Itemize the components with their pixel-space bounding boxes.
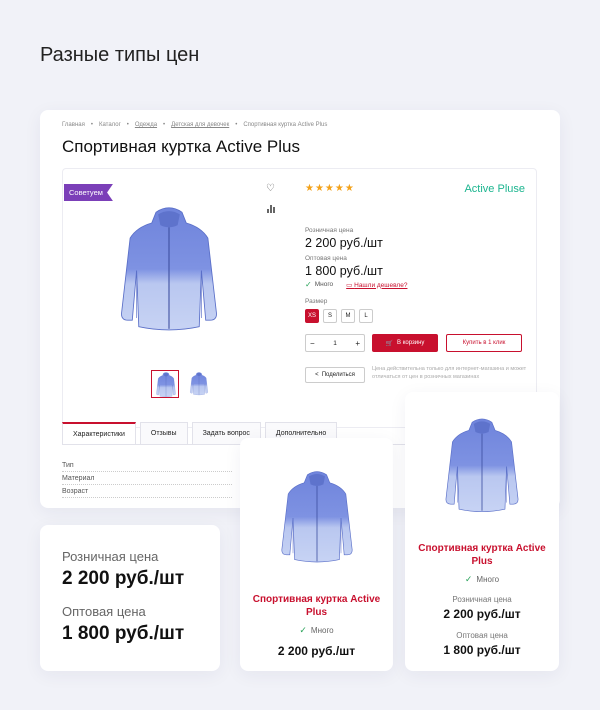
wholesale-price: 1 800 руб./шт	[305, 264, 383, 278]
recommend-badge: Советуем	[64, 184, 113, 201]
size-l[interactable]: L	[359, 309, 373, 323]
add-to-cart-button[interactable]: 🛒 В корзину	[372, 334, 438, 352]
product-image[interactable]	[277, 458, 357, 578]
favorite-heart-icon[interactable]: ♡	[266, 183, 275, 194]
cart-icon: 🛒	[385, 340, 394, 347]
stock-status: ✓ Много ▭ Нашли дешевле?	[305, 280, 407, 289]
price-types-card: Розничная цена 2 200 руб./шт Оптовая цен…	[40, 525, 220, 671]
qty-value[interactable]: 1	[333, 340, 337, 347]
wholesale-price-label: Оптовая цена	[305, 255, 347, 262]
property-material: Материал	[62, 475, 232, 485]
tab-reviews[interactable]: Отзывы	[139, 422, 188, 444]
wholesale-price: 1 800 руб./шт	[443, 643, 521, 657]
product-title: Спортивная куртка Active Plus	[62, 137, 300, 156]
qty-minus-button[interactable]: −	[310, 339, 315, 348]
page-heading: Разные типы цен	[40, 44, 200, 66]
product-name[interactable]: Спортивная куртка Active Plus	[405, 542, 559, 568]
retail-price: 2 200 руб./шт	[443, 607, 521, 621]
tab-characteristics[interactable]: Характеристики	[62, 422, 136, 444]
product-name[interactable]: Спортивная куртка Active Plus	[240, 593, 393, 619]
stock-status: ✓ Много	[464, 574, 500, 584]
check-icon: ✓	[305, 280, 312, 289]
retail-price: 2 200 руб./шт	[62, 568, 185, 589]
breadcrumb: Главная • Каталог • Одежда • Детская для де…	[62, 122, 328, 128]
quantity-stepper: − 1 +	[305, 334, 365, 352]
product-main-image[interactable]	[115, 183, 223, 358]
breadcrumb-catalog[interactable]: Каталог	[99, 122, 121, 128]
retail-price: 2 200 руб./шт	[305, 236, 383, 250]
product-card-single-price[interactable]: Спортивная куртка Active Plus ✓ Много 2 2…	[240, 438, 393, 671]
check-icon: ✓	[299, 625, 307, 635]
property-type: Тип	[62, 462, 232, 472]
stock-status: ✓ Много	[299, 625, 334, 635]
thumbnail-front[interactable]	[151, 370, 179, 398]
size-label: Размер	[305, 298, 328, 305]
retail-price-label: Розничная цена	[62, 549, 159, 564]
thumbnail-side[interactable]	[185, 370, 213, 398]
price-note: Цена действительна только для интернет-м…	[372, 366, 527, 380]
share-icon: <	[315, 372, 319, 378]
buy-one-click-button[interactable]: Купить в 1 клик	[446, 334, 522, 352]
property-age: Возраст	[62, 488, 232, 498]
brand-name[interactable]: Active Pluse	[443, 183, 525, 195]
retail-price-label: Розничная цена	[305, 227, 354, 234]
wholesale-price-label: Оптовая цена	[456, 631, 508, 640]
breadcrumb-home[interactable]: Главная	[62, 122, 85, 128]
share-button[interactable]: < Поделиться	[305, 367, 365, 383]
wholesale-price: 1 800 руб./шт	[62, 623, 185, 644]
breadcrumb-girls[interactable]: Детская для девочек	[171, 122, 229, 128]
product-image[interactable]	[441, 404, 523, 529]
product-card-two-prices[interactable]: Спортивная куртка Active Plus ✓ Много Роз…	[405, 392, 559, 671]
retail-price-label: Розничная цена	[452, 595, 512, 604]
size-xs[interactable]: XS	[305, 309, 319, 323]
rating-stars: ★★★★★	[305, 183, 355, 194]
size-m[interactable]: M	[341, 309, 355, 323]
found-cheaper-link[interactable]: ▭ Нашли дешевле?	[346, 281, 407, 289]
product-price: 2 200 руб./шт	[277, 644, 356, 658]
breadcrumb-current: Спортивная куртка Active Plus	[243, 122, 328, 128]
product-details: Советуем ♡ ★★★★★ Active Pluse Розничная …	[62, 168, 537, 428]
size-s[interactable]: S	[323, 309, 337, 323]
compare-icon[interactable]	[267, 205, 275, 213]
wholesale-price-label: Оптовая цена	[62, 604, 146, 619]
check-icon: ✓	[464, 574, 473, 584]
breadcrumb-clothing[interactable]: Одежда	[135, 122, 157, 128]
qty-plus-button[interactable]: +	[355, 339, 360, 348]
stock-text: Много	[314, 281, 334, 288]
size-selector: XS S M L	[305, 309, 373, 323]
